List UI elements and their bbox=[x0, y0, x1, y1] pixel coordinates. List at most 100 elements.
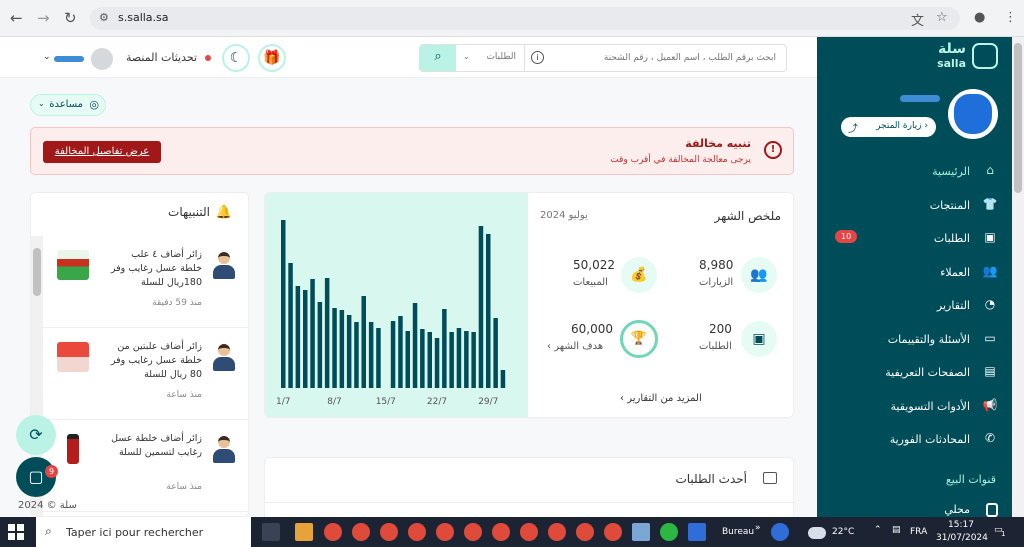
weather-temp[interactable]: 22°C bbox=[832, 527, 854, 537]
chrome-icon[interactable] bbox=[520, 523, 538, 541]
store-icon[interactable] bbox=[295, 523, 313, 541]
chart-bar[interactable] bbox=[339, 310, 345, 388]
search-input[interactable] bbox=[550, 49, 776, 67]
list-item[interactable]: زائر أضاف ٤ علب خلطة عسل رغايب وفر 180ري… bbox=[43, 236, 248, 328]
chart-bar[interactable] bbox=[456, 328, 462, 388]
chrome-icon[interactable] bbox=[464, 523, 482, 541]
chart-bar[interactable] bbox=[317, 302, 323, 388]
chrome-icon[interactable] bbox=[352, 523, 370, 541]
sidebar-item-orders[interactable]: ▣ الطلبات 10 bbox=[817, 222, 1012, 256]
chart-bar[interactable] bbox=[486, 234, 491, 388]
chart-bar[interactable] bbox=[361, 296, 367, 388]
language-indicator[interactable]: FRA bbox=[910, 527, 927, 537]
chart-bar[interactable] bbox=[368, 322, 374, 388]
gift-button[interactable]: 🎁 bbox=[258, 44, 286, 72]
chart-bar[interactable] bbox=[288, 263, 293, 388]
sidebar-item-customers[interactable]: 👥 العملاء bbox=[817, 256, 1012, 290]
windows-start-icon[interactable] bbox=[8, 524, 24, 540]
chart-bar[interactable] bbox=[295, 286, 301, 388]
chrome-icon[interactable] bbox=[492, 523, 510, 541]
sidebar-item-chats[interactable]: ✆ المحادثات الفورية bbox=[817, 423, 1012, 457]
chart-bar[interactable] bbox=[412, 303, 418, 388]
chart-bar[interactable] bbox=[493, 318, 498, 388]
chart-bar[interactable] bbox=[398, 316, 403, 388]
view-violation-button[interactable]: عرض تفاصيل المخالفة bbox=[43, 141, 161, 163]
reload-icon[interactable]: ↻ bbox=[64, 9, 77, 27]
chart-bar[interactable] bbox=[281, 220, 286, 388]
chart-bar[interactable] bbox=[478, 226, 484, 388]
sync-button[interactable]: ⟳ bbox=[16, 415, 56, 455]
sidebar-item-marketing[interactable]: 📢 الأدوات التسويقية bbox=[817, 390, 1012, 424]
whatsapp-icon[interactable] bbox=[660, 523, 678, 541]
chart-bar[interactable] bbox=[332, 308, 337, 388]
list-item[interactable]: زائر أضاف خلطة عسل رغايب لتسمين للسلة من… bbox=[43, 420, 248, 512]
share-icon[interactable]: ⤴ bbox=[848, 120, 858, 135]
chart-bar[interactable] bbox=[354, 322, 359, 388]
profile-icon[interactable]: ● bbox=[974, 10, 985, 25]
goal-link[interactable]: ‹ هدف الشهر bbox=[547, 341, 603, 352]
sidebar-item-home[interactable]: ⌂ الرئيسية bbox=[817, 155, 1012, 189]
chrome-icon[interactable] bbox=[408, 523, 426, 541]
sidebar-item-products[interactable]: 👕 المنتجات bbox=[817, 189, 1012, 223]
list-item[interactable]: زائر أضاف علبتين من خلطة عسل رغايب وفر 8… bbox=[43, 328, 248, 420]
clock-time[interactable]: 15:17 bbox=[948, 520, 974, 530]
chart-bar[interactable] bbox=[310, 279, 315, 388]
help-button[interactable]: ⌄ مساعدة ◎ bbox=[30, 94, 106, 116]
translate-icon[interactable]: 文 bbox=[911, 10, 924, 29]
address-bar[interactable]: ⚙ s.salla.sa bbox=[90, 7, 960, 30]
chrome-icon[interactable] bbox=[576, 523, 594, 541]
chart-bar[interactable] bbox=[427, 332, 433, 388]
back-icon[interactable]: ← bbox=[10, 9, 23, 27]
sidebar-item-reviews[interactable]: ▭ الأسئلة والتقييمات bbox=[817, 323, 1012, 357]
taskbar-desktop-label[interactable]: Bureau bbox=[722, 527, 754, 537]
clock-date[interactable]: 31/07/2024 bbox=[936, 533, 988, 543]
chrome-icon[interactable] bbox=[604, 523, 622, 541]
store-avatar[interactable] bbox=[948, 89, 998, 139]
network-icon[interactable]: ▤ bbox=[892, 525, 901, 535]
taskbar-search[interactable]: ⌕ Taper ici pour rechercher bbox=[36, 517, 251, 547]
goal-label: هدف الشهر bbox=[554, 341, 604, 352]
chart-bar[interactable] bbox=[449, 332, 454, 388]
chart-bar[interactable] bbox=[442, 309, 447, 388]
chart-bar[interactable] bbox=[500, 370, 506, 388]
search-button[interactable]: ⌕ bbox=[420, 45, 456, 71]
page-scrollbar[interactable] bbox=[1012, 37, 1024, 517]
sidebar-item-local[interactable]: محلي bbox=[944, 503, 970, 516]
app-icon[interactable] bbox=[632, 523, 650, 541]
search-scope-select[interactable]: ⌄ الطلبات bbox=[457, 45, 525, 71]
chart-bar[interactable] bbox=[346, 315, 352, 388]
salla-logo[interactable]: سلة salla bbox=[918, 41, 998, 70]
visit-store-button[interactable]: زيارة المتجر › ⤴ bbox=[841, 117, 936, 137]
chrome-icon[interactable] bbox=[380, 523, 398, 541]
site-settings-icon[interactable]: ⚙ bbox=[99, 11, 109, 24]
chart-bar[interactable] bbox=[390, 321, 396, 388]
chart-bar[interactable] bbox=[434, 338, 440, 388]
chart-bar[interactable] bbox=[464, 331, 469, 388]
chrome-icon[interactable] bbox=[548, 523, 566, 541]
chart-bar[interactable] bbox=[376, 328, 381, 388]
chart-bar[interactable] bbox=[405, 331, 411, 388]
sidebar-item-pages[interactable]: ▤ الصفحات التعريفية bbox=[817, 356, 1012, 390]
avatar[interactable] bbox=[91, 48, 113, 70]
task-view-icon[interactable] bbox=[262, 523, 280, 541]
chrome-icon[interactable] bbox=[324, 523, 342, 541]
chart-bar[interactable] bbox=[324, 278, 330, 388]
chevron-icon[interactable]: » bbox=[755, 523, 761, 533]
menu-icon[interactable]: ⋮ bbox=[1004, 10, 1017, 25]
chrome-icon[interactable] bbox=[436, 523, 454, 541]
theme-toggle-button[interactable]: ☾ bbox=[222, 44, 250, 72]
chevron-down-icon[interactable]: ⌄ bbox=[43, 52, 51, 62]
moon-icon: ☾ bbox=[229, 50, 243, 66]
forward-icon[interactable]: → bbox=[37, 9, 50, 27]
chart-bar[interactable] bbox=[471, 332, 476, 388]
platform-updates-link[interactable]: تحديثات المنصة bbox=[126, 51, 197, 64]
sidebar-item-reports[interactable]: ◔ التقارير bbox=[817, 289, 1012, 323]
chart-bar[interactable] bbox=[420, 329, 425, 388]
app-icon[interactable] bbox=[688, 523, 706, 541]
chevron-up-icon[interactable]: ⌃ bbox=[874, 525, 882, 535]
chart-bar[interactable] bbox=[303, 290, 308, 388]
info-icon[interactable]: i bbox=[531, 51, 544, 64]
help-icon[interactable] bbox=[771, 523, 789, 541]
star-icon[interactable]: ☆ bbox=[936, 10, 948, 25]
more-reports-link[interactable]: ‹ المزيد من التقارير bbox=[620, 393, 702, 404]
